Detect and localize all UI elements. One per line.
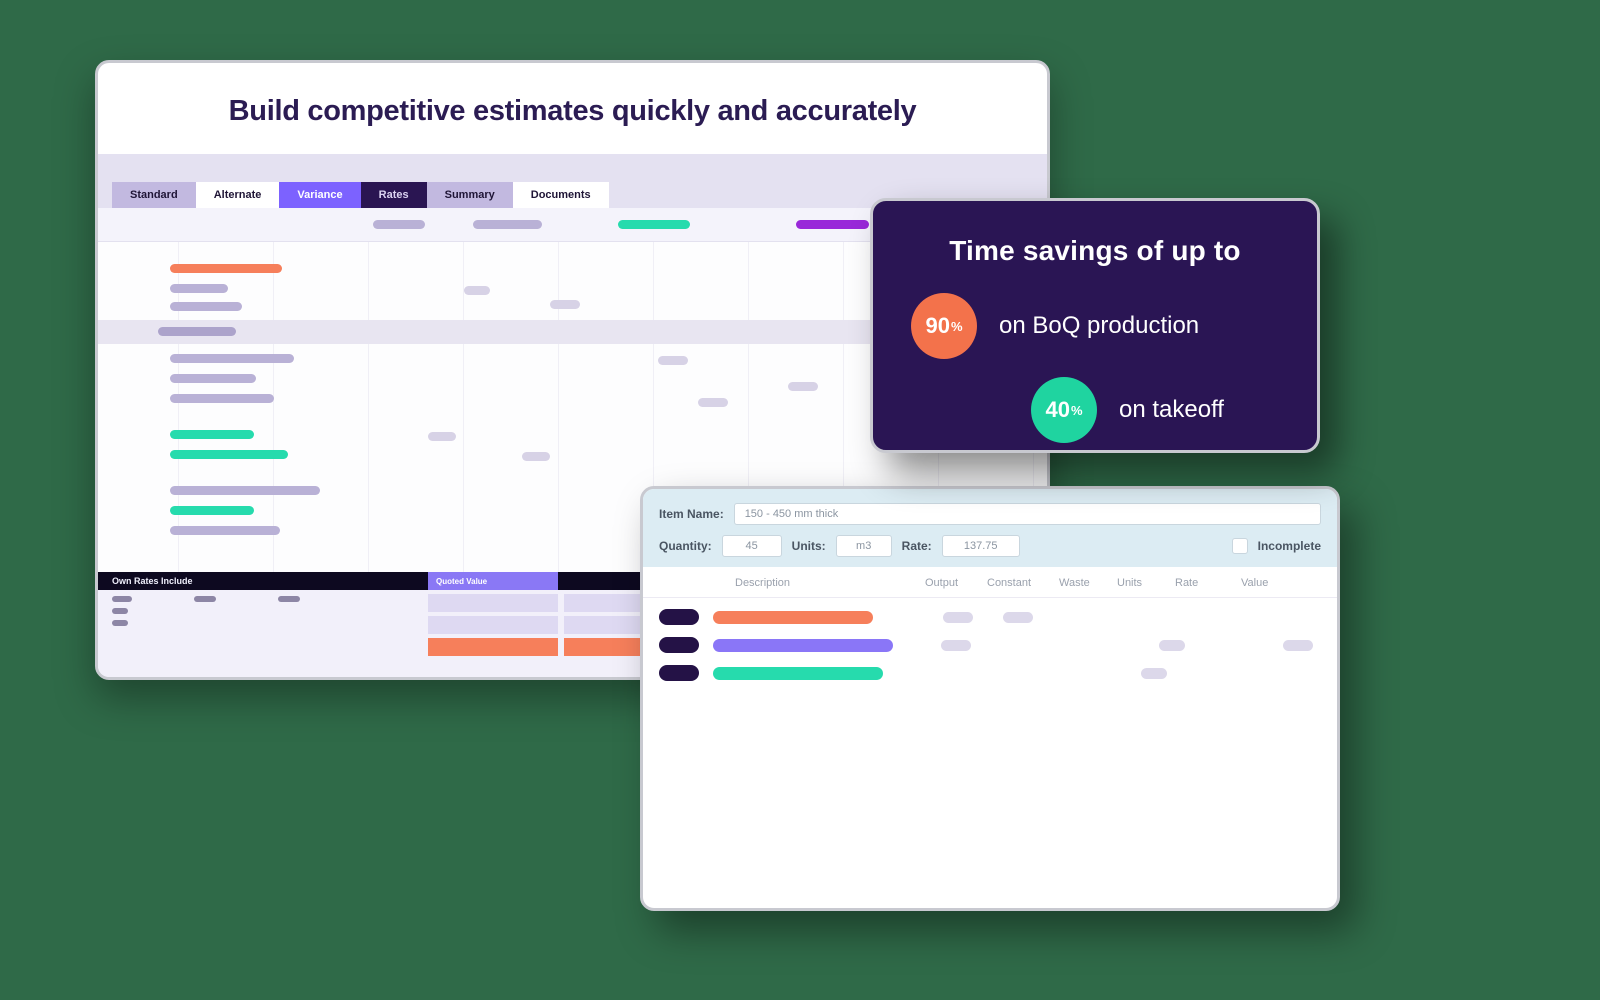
footer-cell [428,594,558,612]
item-detail-panel: Item Name: 150 - 450 mm thick Quantity: … [640,486,1340,911]
col-placeholder [618,220,690,229]
row-bar [170,374,256,383]
row-stub [464,286,490,295]
detail-rows [643,598,1337,698]
rate-field[interactable]: 137.75 [942,535,1020,557]
units-field[interactable]: m3 [836,535,892,557]
row-bar [170,264,282,273]
row-stub [1159,640,1185,651]
row-bar [170,486,320,495]
row-stub [550,300,580,309]
row-bar [158,327,236,336]
row-tag-icon [659,609,699,625]
footer-stub [278,596,300,602]
col-placeholder [473,220,542,229]
row-stub [522,452,550,461]
footer-stub [194,596,216,602]
row-stub [1141,668,1167,679]
row-bar [170,354,294,363]
stat-row-takeoff: 40% on takeoff [1031,377,1279,443]
footer-stub [112,620,128,626]
footer-cell [428,616,558,634]
item-name-field[interactable]: 150 - 450 mm thick [734,503,1321,525]
time-savings-card: Time savings of up to 90% on BoQ product… [870,198,1320,453]
quantity-field[interactable]: 45 [722,535,782,557]
row-stub [941,640,971,651]
col-output: Output [925,577,987,589]
detail-row[interactable] [659,606,1321,628]
quoted-value-header: Quoted Value [428,572,558,590]
own-rates-label: Own Rates Include [112,576,193,586]
row-desc-bar [713,611,873,624]
rate-label: Rate: [902,539,932,553]
stat-badge-90: 90% [911,293,977,359]
row-stub [943,612,973,623]
detail-header: Item Name: 150 - 450 mm thick Quantity: … [643,489,1337,567]
stat-title: Time savings of up to [911,235,1279,267]
detail-column-headers: Description Output Constant Waste Units … [643,567,1337,598]
stat-label-boq: on BoQ production [999,312,1199,340]
col-constant: Constant [987,577,1059,589]
col-value: Value [1241,577,1301,589]
row-stub [428,432,456,441]
row-bar [170,284,228,293]
footer-cell [428,638,558,656]
tab-standard[interactable]: Standard [112,182,196,208]
tab-variance[interactable]: Variance [279,182,360,208]
tab-rates[interactable]: Rates [361,182,427,208]
row-stub [658,356,688,365]
item-name-label: Item Name: [659,507,724,521]
col-placeholder [796,220,868,229]
row-bar [170,526,280,535]
col-rate: Rate [1175,577,1241,589]
row-bar [170,394,274,403]
stat-row-boq: 90% on BoQ production [911,293,1279,359]
row-bar [170,302,242,311]
footer-stub [112,596,132,602]
quantity-label: Quantity: [659,539,712,553]
stat-badge-40: 40% [1031,377,1097,443]
row-tag-icon [659,665,699,681]
row-bar [170,430,254,439]
stat-label-takeoff: on takeoff [1119,396,1224,424]
row-tag-icon [659,637,699,653]
footer-stub [112,608,128,614]
detail-row[interactable] [659,634,1321,656]
col-waste: Waste [1059,577,1117,589]
row-stub [1003,612,1033,623]
row-bar [170,450,288,459]
row-desc-bar [713,667,883,680]
row-stub [788,382,818,391]
col-units: Units [1117,577,1175,589]
units-label: Units: [792,539,826,553]
col-description: Description [735,577,925,589]
row-stub [1283,640,1313,651]
col-placeholder [373,220,425,229]
page-title: Build competitive estimates quickly and … [98,63,1047,154]
tab-documents[interactable]: Documents [513,182,609,208]
tab-summary[interactable]: Summary [427,182,513,208]
row-stub [698,398,728,407]
detail-row[interactable] [659,662,1321,684]
incomplete-label: Incomplete [1258,539,1321,553]
tab-alternate[interactable]: Alternate [196,182,280,208]
row-desc-bar [713,639,893,652]
row-bar [170,506,254,515]
incomplete-checkbox[interactable] [1232,538,1248,554]
